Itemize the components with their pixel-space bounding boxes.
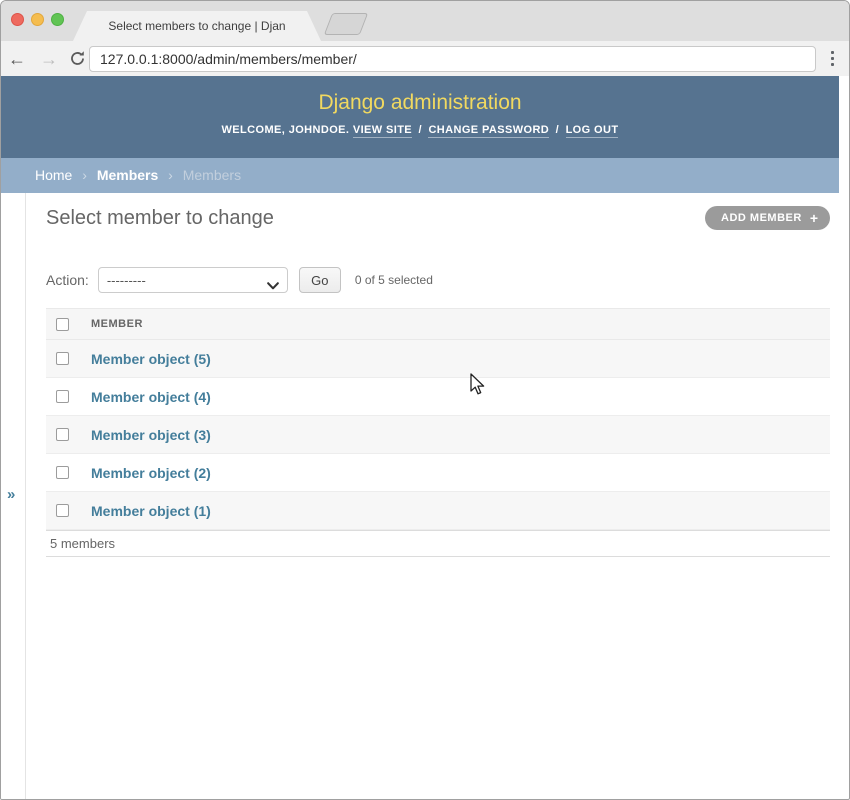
- url-text: 127.0.0.1:8000/admin/members/member/: [90, 51, 357, 67]
- column-header-member: MEMBER: [91, 318, 143, 330]
- refresh-icon[interactable]: [69, 50, 86, 67]
- site-title[interactable]: Django administration: [1, 76, 839, 115]
- breadcrumb-separator-icon: ›: [76, 167, 93, 183]
- table-row: Member object (3): [46, 416, 830, 454]
- action-select-value: ---------: [99, 273, 146, 288]
- row-checkbox[interactable]: [56, 428, 69, 441]
- page-viewport: Django administration WELCOME, JOHNDOE. …: [1, 76, 839, 193]
- action-select[interactable]: ---------: [98, 267, 288, 293]
- table-header-row: MEMBER: [46, 308, 830, 340]
- welcome-text: WELCOME,: [222, 124, 286, 136]
- browser-window: Select members to change | Djan ← → 127.…: [0, 0, 850, 800]
- table-row: Member object (1): [46, 492, 830, 530]
- tab-title: Select members to change | Djan: [108, 19, 285, 33]
- fullscreen-button[interactable]: [51, 13, 64, 26]
- page-title: Select member to change: [46, 207, 274, 230]
- breadcrumb-separator-icon: ›: [162, 167, 179, 183]
- action-label: Action:: [46, 272, 89, 288]
- row-checkbox[interactable]: [56, 390, 69, 403]
- member-link[interactable]: Member object (4): [91, 389, 211, 405]
- breadcrumb-home[interactable]: Home: [35, 167, 72, 183]
- user-tools: WELCOME, JOHNDOE. VIEW SITE / CHANGE PAS…: [1, 124, 839, 136]
- breadcrumb-members-app[interactable]: Members: [97, 167, 158, 183]
- row-checkbox[interactable]: [56, 504, 69, 517]
- actions-bar: Action: --------- Go 0 of 5 selected: [46, 267, 433, 293]
- result-count: 5 members: [46, 530, 830, 557]
- minimize-button[interactable]: [31, 13, 44, 26]
- select-all-checkbox[interactable]: [56, 318, 69, 331]
- go-button[interactable]: Go: [299, 267, 341, 293]
- member-link[interactable]: Member object (5): [91, 351, 211, 367]
- forward-icon[interactable]: →: [33, 50, 65, 68]
- member-link[interactable]: Member object (3): [91, 427, 211, 443]
- back-icon[interactable]: ←: [1, 50, 33, 68]
- member-link[interactable]: Member object (1): [91, 503, 211, 519]
- breadcrumb: Home › Members › Members: [1, 158, 839, 193]
- selection-counter: 0 of 5 selected: [355, 273, 433, 287]
- member-link[interactable]: Member object (2): [91, 465, 211, 481]
- change-list-table: MEMBER Member object (5) Member object (…: [46, 308, 830, 557]
- browser-menu-icon[interactable]: [825, 49, 840, 68]
- username: JOHNDOE: [289, 124, 346, 136]
- address-bar[interactable]: 127.0.0.1:8000/admin/members/member/: [89, 46, 816, 72]
- close-button[interactable]: [11, 13, 24, 26]
- change-password-link[interactable]: CHANGE PASSWORD: [428, 124, 549, 138]
- plus-icon: +: [810, 210, 818, 226]
- sidebar-expand-icon[interactable]: »: [7, 486, 15, 503]
- chevron-down-icon: [267, 277, 279, 295]
- tab-strip: Select members to change | Djan: [1, 1, 849, 41]
- table-row: Member object (5): [46, 340, 830, 378]
- table-row: Member object (2): [46, 454, 830, 492]
- window-controls: [11, 13, 64, 26]
- view-site-link[interactable]: VIEW SITE: [353, 124, 412, 138]
- logout-link[interactable]: LOG OUT: [566, 124, 619, 138]
- admin-header: Django administration WELCOME, JOHNDOE. …: [1, 76, 839, 158]
- new-tab-button[interactable]: [324, 13, 368, 35]
- add-member-button[interactable]: ADD MEMBER +: [705, 206, 830, 230]
- breadcrumb-current: Members: [183, 167, 241, 183]
- browser-tab[interactable]: Select members to change | Djan: [73, 11, 321, 41]
- row-checkbox[interactable]: [56, 352, 69, 365]
- row-checkbox[interactable]: [56, 466, 69, 479]
- table-row: Member object (4): [46, 378, 830, 416]
